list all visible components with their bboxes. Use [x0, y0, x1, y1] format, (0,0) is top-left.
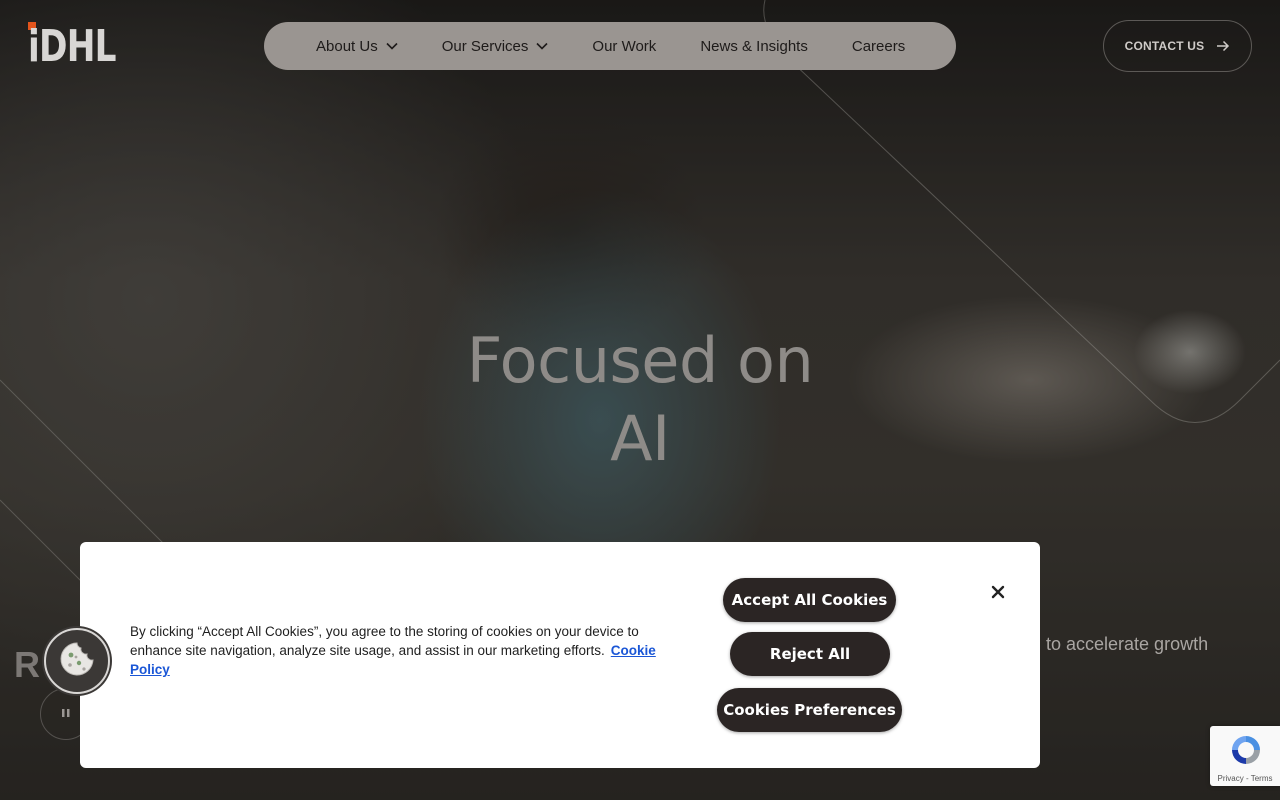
- nav-about-us-label: About Us: [316, 37, 378, 55]
- nav-news-insights[interactable]: News & Insights: [700, 38, 808, 55]
- nav-our-work-label: Our Work: [592, 37, 657, 55]
- chevron-down-icon: [386, 42, 398, 50]
- nav-our-services[interactable]: Our Services: [442, 38, 549, 55]
- chevron-down-icon: [536, 42, 548, 50]
- main-navigation: About Us Our Services Our Work News & In…: [264, 22, 956, 70]
- idhl-logo[interactable]: iDHL: [28, 22, 118, 70]
- nav-careers[interactable]: Careers: [852, 38, 905, 55]
- cookie-settings-button[interactable]: [44, 628, 110, 694]
- cookie-consent-banner: By clicking “Accept All Cookies”, you ag…: [80, 542, 1040, 768]
- arrow-right-icon: [1216, 40, 1230, 52]
- hero-subtext-left: R: [14, 644, 40, 685]
- cookie-banner-message: By clicking “Accept All Cookies”, you ag…: [130, 624, 639, 658]
- hero-headline: Focused on AI: [340, 322, 940, 478]
- cookies-preferences-button[interactable]: Cookies Preferences: [717, 688, 902, 732]
- reject-all-button[interactable]: Reject All: [730, 632, 890, 676]
- nav-careers-label: Careers: [851, 37, 906, 55]
- nav-about-us[interactable]: About Us: [316, 38, 398, 55]
- nav-our-services-label: Our Services: [441, 37, 529, 55]
- recaptcha-terms[interactable]: Privacy - Terms: [1210, 774, 1280, 783]
- nav-our-work[interactable]: Our Work: [592, 38, 656, 55]
- pause-icon: [61, 705, 71, 723]
- accept-all-cookies-button[interactable]: Accept All Cookies: [723, 578, 896, 622]
- recaptcha-icon: [1228, 732, 1264, 773]
- logo-text: iDHL: [28, 21, 117, 72]
- hero-headline-line2: AI: [610, 402, 670, 475]
- recaptcha-badge[interactable]: Privacy - Terms: [1210, 726, 1280, 786]
- close-icon[interactable]: [988, 582, 1008, 602]
- contact-us-label: CONTACT US: [1124, 39, 1205, 53]
- hero-subtext-right: to accelerate growth: [1046, 634, 1209, 654]
- hero-headline-line1: Focused on: [466, 324, 814, 397]
- nav-news-insights-label: News & Insights: [700, 37, 808, 55]
- cookie-icon: [57, 639, 97, 684]
- cookie-banner-text: By clicking “Accept All Cookies”, you ag…: [130, 622, 690, 679]
- contact-us-button[interactable]: CONTACT US: [1103, 20, 1252, 72]
